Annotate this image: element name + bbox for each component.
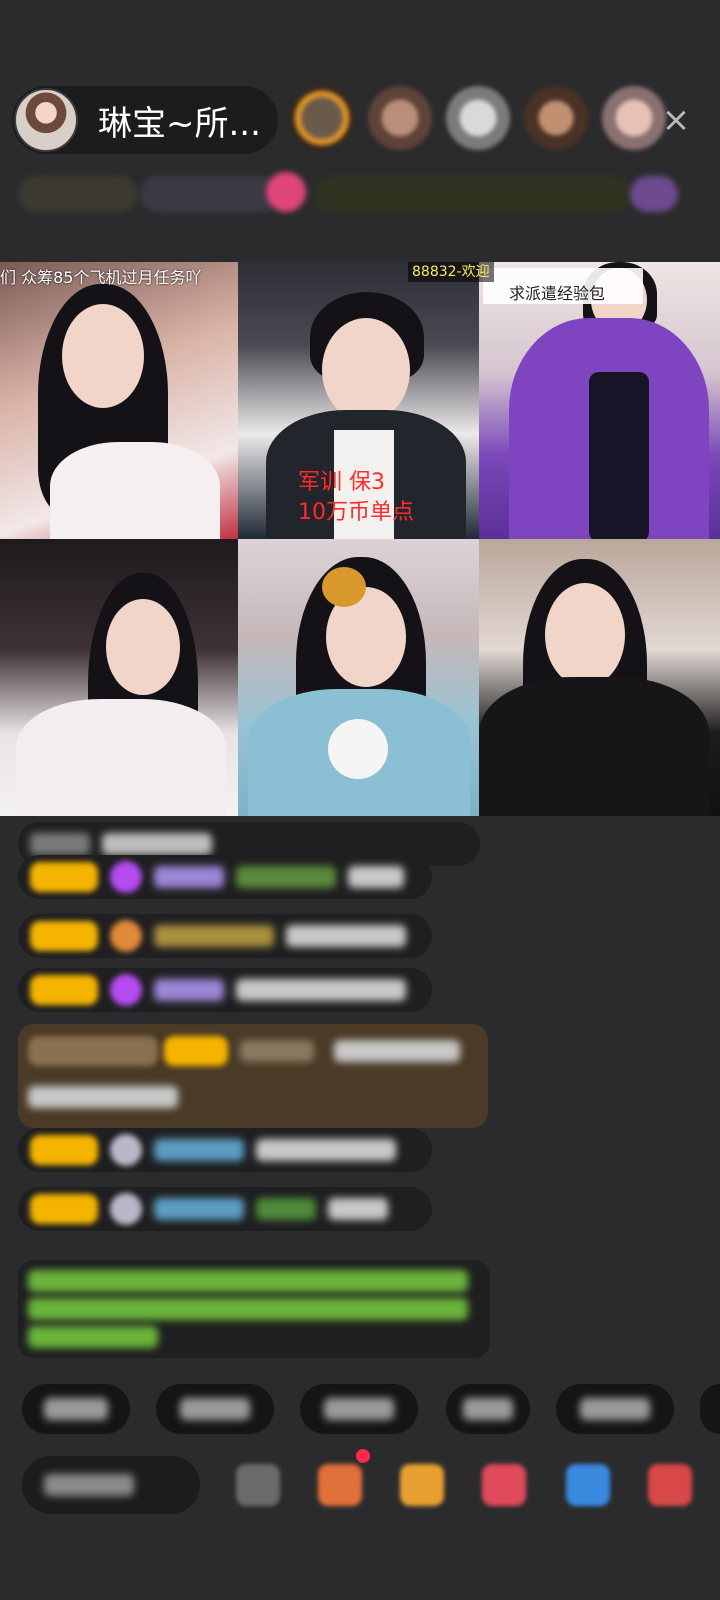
- chat-message[interactable]: [18, 914, 432, 958]
- gift-box-icon[interactable]: [318, 1464, 362, 1506]
- quick-reply-chip[interactable]: [556, 1384, 674, 1434]
- system-notice: [18, 1260, 490, 1358]
- tile-banner-text: 求派遣经验包: [509, 284, 606, 303]
- multi-guest-video-grid: 们 众筹85个飞机过月任务吖 军训 保3 10万币单点 求派遣经验包: [0, 262, 720, 816]
- host-name: 琳宝~所...: [98, 103, 261, 144]
- link-icon[interactable]: [566, 1464, 610, 1506]
- video-tile[interactable]: [238, 539, 479, 816]
- grid-icon[interactable]: [236, 1464, 280, 1506]
- viewer-avatar[interactable]: [446, 86, 510, 150]
- close-icon[interactable]: ×: [656, 100, 696, 140]
- host-profile-pill[interactable]: 琳宝~所...: [12, 86, 278, 154]
- game-icon[interactable]: [482, 1464, 526, 1506]
- viewer-avatar[interactable]: [524, 86, 588, 150]
- room-info-row: [18, 168, 698, 220]
- hot-icon[interactable]: [266, 172, 306, 212]
- lottery-icon[interactable]: [400, 1464, 444, 1506]
- gift-icon[interactable]: [630, 176, 678, 212]
- tile-caption: 军训 保3 10万币单点: [298, 470, 414, 525]
- quick-reply-chip[interactable]: [22, 1384, 130, 1434]
- chat-message[interactable]: [18, 855, 432, 899]
- viewer-avatar[interactable]: [368, 86, 432, 150]
- chat-message[interactable]: [18, 1187, 432, 1231]
- quick-reply-chip[interactable]: [300, 1384, 418, 1434]
- host-avatar[interactable]: [14, 88, 78, 152]
- video-tile[interactable]: 们 众筹85个飞机过月任务吖: [0, 262, 238, 539]
- quick-reply-chip[interactable]: [156, 1384, 274, 1434]
- viewer-avatar[interactable]: [290, 86, 354, 150]
- video-tile[interactable]: 军训 保3 10万币单点: [238, 262, 479, 539]
- video-tile[interactable]: 求派遣经验包: [479, 262, 720, 539]
- room-tag[interactable]: [140, 176, 278, 212]
- chat-message[interactable]: [18, 1128, 432, 1172]
- gift-icon[interactable]: [648, 1464, 692, 1506]
- top-viewers-list: [290, 86, 666, 150]
- tile-badge: 88832-欢迎: [408, 262, 494, 282]
- chat-message[interactable]: [18, 968, 432, 1012]
- quick-reply-chip[interactable]: [700, 1384, 720, 1434]
- tile-caption: 们 众筹85个飞机过月任务吖: [0, 268, 202, 287]
- notification-dot: [356, 1449, 370, 1463]
- room-tag[interactable]: [314, 176, 632, 212]
- video-tile[interactable]: [0, 539, 238, 816]
- room-tag[interactable]: [18, 176, 138, 212]
- gift-message[interactable]: [18, 1024, 488, 1128]
- chat-input[interactable]: [22, 1456, 200, 1514]
- video-tile[interactable]: [479, 539, 720, 816]
- quick-reply-chip[interactable]: [446, 1384, 530, 1434]
